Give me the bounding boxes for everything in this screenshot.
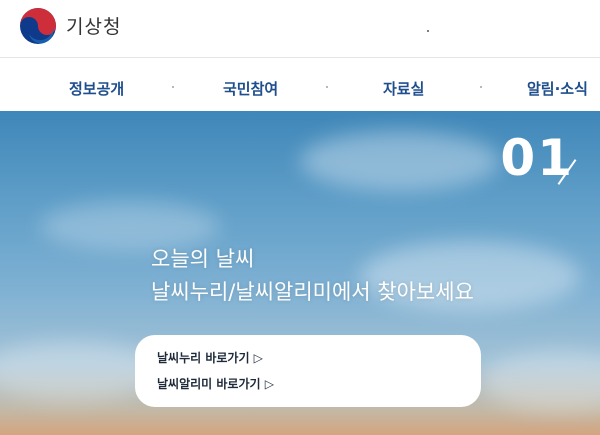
header: 기상청 xyxy=(0,0,600,57)
nav-item-data-room[interactable]: 자료실 xyxy=(383,78,424,99)
taegeuk-logo-icon[interactable] xyxy=(16,4,60,48)
weather-alimi-link[interactable]: 날씨알리미 바로가기 ▷ xyxy=(157,375,274,392)
nav-separator xyxy=(326,86,328,88)
hero-headline-line1: 오늘의 날씨 xyxy=(151,247,255,271)
cloud-decoration xyxy=(480,351,600,411)
nav-separator xyxy=(172,86,174,88)
quick-link-card: 날씨누리 바로가기 ▷ 날씨알리미 바로가기 ▷ xyxy=(135,335,481,407)
nav-separator xyxy=(480,86,482,88)
main-nav: 정보공개 국민참여 자료실 알림·소식 xyxy=(0,58,600,111)
weather-nuri-link[interactable]: 날씨누리 바로가기 ▷ xyxy=(157,349,263,366)
site-logo-text[interactable]: 기상청 xyxy=(66,12,121,39)
nav-item-public-participation[interactable]: 국민참여 xyxy=(223,78,278,99)
header-dot xyxy=(427,30,429,32)
hero-headline-line2: 날씨누리/날씨알리미에서 찾아보세요 xyxy=(151,280,474,304)
nav-item-info-disclosure[interactable]: 정보공개 xyxy=(69,78,124,99)
nav-item-news[interactable]: 알림·소식 xyxy=(527,78,588,99)
hero-banner: 01 오늘의 날씨 날씨누리/날씨알리미에서 찾아보세요 날씨누리 바로가기 ▷… xyxy=(0,111,600,435)
cloud-decoration xyxy=(300,131,500,191)
hero-headline: 오늘의 날씨 날씨누리/날씨알리미에서 찾아보세요 xyxy=(151,243,474,309)
